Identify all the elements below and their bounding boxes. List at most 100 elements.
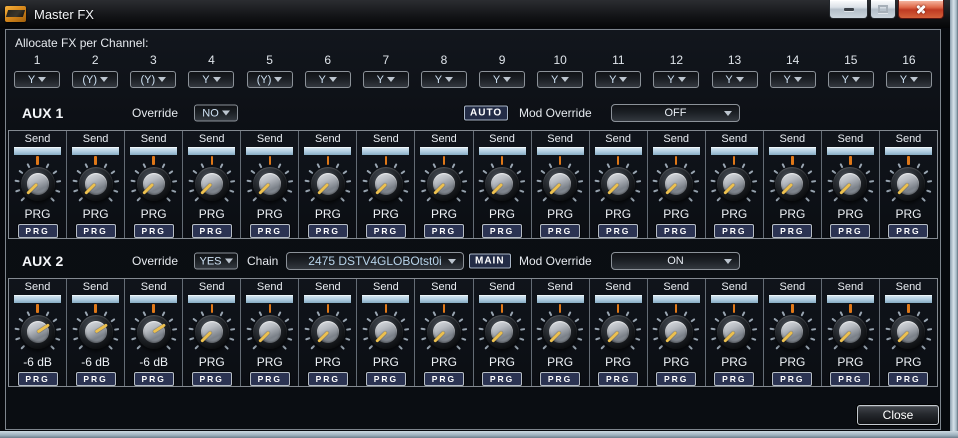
send-level-bar[interactable]	[767, 146, 817, 156]
send-level-bar[interactable]	[129, 146, 179, 156]
send-knob[interactable]	[362, 156, 410, 206]
prg-button[interactable]: PRG	[482, 224, 523, 238]
prg-button[interactable]: PRG	[482, 372, 523, 386]
send-knob[interactable]	[246, 304, 294, 354]
aux1-mod-override-dropdown[interactable]: OFF	[611, 104, 740, 122]
send-level-bar[interactable]	[651, 294, 701, 304]
prg-button[interactable]: PRG	[307, 224, 348, 238]
prg-button[interactable]: PRG	[133, 224, 174, 238]
channel-fx-dropdown[interactable]: Y	[537, 71, 584, 88]
send-level-bar[interactable]	[419, 146, 469, 156]
channel-fx-dropdown[interactable]: Y	[479, 71, 526, 88]
aux2-main-button[interactable]: MAIN	[469, 253, 511, 269]
send-level-bar[interactable]	[71, 146, 121, 156]
close-button[interactable]: Close	[857, 405, 939, 425]
send-level-bar[interactable]	[477, 294, 527, 304]
send-knob[interactable]	[594, 156, 642, 206]
send-level-bar[interactable]	[477, 146, 527, 156]
send-knob[interactable]	[478, 156, 526, 206]
send-level-bar[interactable]	[767, 294, 817, 304]
channel-fx-dropdown[interactable]: Y	[827, 71, 874, 88]
prg-button[interactable]: PRG	[540, 372, 581, 386]
send-knob[interactable]	[362, 304, 410, 354]
send-knob[interactable]	[304, 304, 352, 354]
prg-button[interactable]: PRG	[598, 224, 639, 238]
send-knob[interactable]	[420, 156, 468, 206]
send-level-bar[interactable]	[245, 294, 295, 304]
prg-button[interactable]: PRG	[714, 372, 755, 386]
send-knob[interactable]	[304, 156, 352, 206]
send-knob[interactable]	[130, 304, 178, 354]
channel-fx-dropdown[interactable]: (Y)	[246, 71, 293, 88]
send-level-bar[interactable]	[883, 294, 933, 304]
send-level-bar[interactable]	[535, 294, 585, 304]
minimize-button[interactable]	[829, 0, 868, 19]
prg-button[interactable]: PRG	[133, 372, 174, 386]
send-knob[interactable]	[710, 304, 758, 354]
send-level-bar[interactable]	[129, 294, 179, 304]
send-knob[interactable]	[710, 156, 758, 206]
send-level-bar[interactable]	[825, 294, 875, 304]
send-knob[interactable]	[768, 304, 816, 354]
send-level-bar[interactable]	[361, 294, 411, 304]
channel-fx-dropdown[interactable]: (Y)	[130, 71, 177, 88]
send-knob[interactable]	[14, 156, 62, 206]
send-knob[interactable]	[246, 156, 294, 206]
prg-button[interactable]: PRG	[656, 224, 697, 238]
channel-fx-dropdown[interactable]: Y	[595, 71, 642, 88]
send-knob[interactable]	[188, 156, 236, 206]
prg-button[interactable]: PRG	[830, 372, 871, 386]
send-level-bar[interactable]	[71, 294, 121, 304]
send-level-bar[interactable]	[13, 146, 63, 156]
prg-button[interactable]: PRG	[365, 224, 406, 238]
send-level-bar[interactable]	[361, 146, 411, 156]
channel-fx-dropdown[interactable]: Y	[304, 71, 351, 88]
prg-button[interactable]: PRG	[888, 224, 929, 238]
prg-button[interactable]: PRG	[249, 224, 290, 238]
aux2-mod-override-dropdown[interactable]: ON	[611, 252, 740, 270]
prg-button[interactable]: PRG	[772, 224, 813, 238]
send-level-bar[interactable]	[303, 294, 353, 304]
send-knob[interactable]	[826, 156, 874, 206]
prg-button[interactable]: PRG	[423, 224, 464, 238]
send-knob[interactable]	[884, 156, 932, 206]
channel-fx-dropdown[interactable]: Y	[14, 71, 61, 88]
prg-button[interactable]: PRG	[888, 372, 929, 386]
aux2-override-dropdown[interactable]: YES	[194, 252, 238, 270]
close-window-button[interactable]	[898, 0, 944, 19]
send-knob[interactable]	[652, 156, 700, 206]
aux2-chain-dropdown[interactable]: 2475 DSTV4GLOBOtst0i	[286, 252, 464, 270]
prg-button[interactable]: PRG	[772, 372, 813, 386]
channel-fx-dropdown[interactable]: Y	[769, 71, 816, 88]
send-level-bar[interactable]	[419, 294, 469, 304]
send-level-bar[interactable]	[593, 146, 643, 156]
prg-button[interactable]: PRG	[17, 224, 58, 238]
channel-fx-dropdown[interactable]: Y	[711, 71, 758, 88]
send-level-bar[interactable]	[883, 146, 933, 156]
send-level-bar[interactable]	[709, 146, 759, 156]
send-knob[interactable]	[188, 304, 236, 354]
send-knob[interactable]	[594, 304, 642, 354]
prg-button[interactable]: PRG	[191, 224, 232, 238]
prg-button[interactable]: PRG	[249, 372, 290, 386]
send-knob[interactable]	[652, 304, 700, 354]
send-level-bar[interactable]	[303, 146, 353, 156]
channel-fx-dropdown[interactable]: Y	[885, 71, 932, 88]
send-knob[interactable]	[768, 156, 816, 206]
prg-button[interactable]: PRG	[540, 224, 581, 238]
send-level-bar[interactable]	[535, 146, 585, 156]
channel-fx-dropdown[interactable]: Y	[420, 71, 467, 88]
send-knob[interactable]	[826, 304, 874, 354]
send-knob[interactable]	[420, 304, 468, 354]
prg-button[interactable]: PRG	[423, 372, 464, 386]
send-level-bar[interactable]	[187, 294, 237, 304]
send-knob[interactable]	[478, 304, 526, 354]
send-level-bar[interactable]	[593, 294, 643, 304]
channel-fx-dropdown[interactable]: Y	[362, 71, 409, 88]
prg-button[interactable]: PRG	[75, 372, 116, 386]
prg-button[interactable]: PRG	[75, 224, 116, 238]
send-level-bar[interactable]	[187, 146, 237, 156]
prg-button[interactable]: PRG	[17, 372, 58, 386]
prg-button[interactable]: PRG	[307, 372, 348, 386]
prg-button[interactable]: PRG	[714, 224, 755, 238]
